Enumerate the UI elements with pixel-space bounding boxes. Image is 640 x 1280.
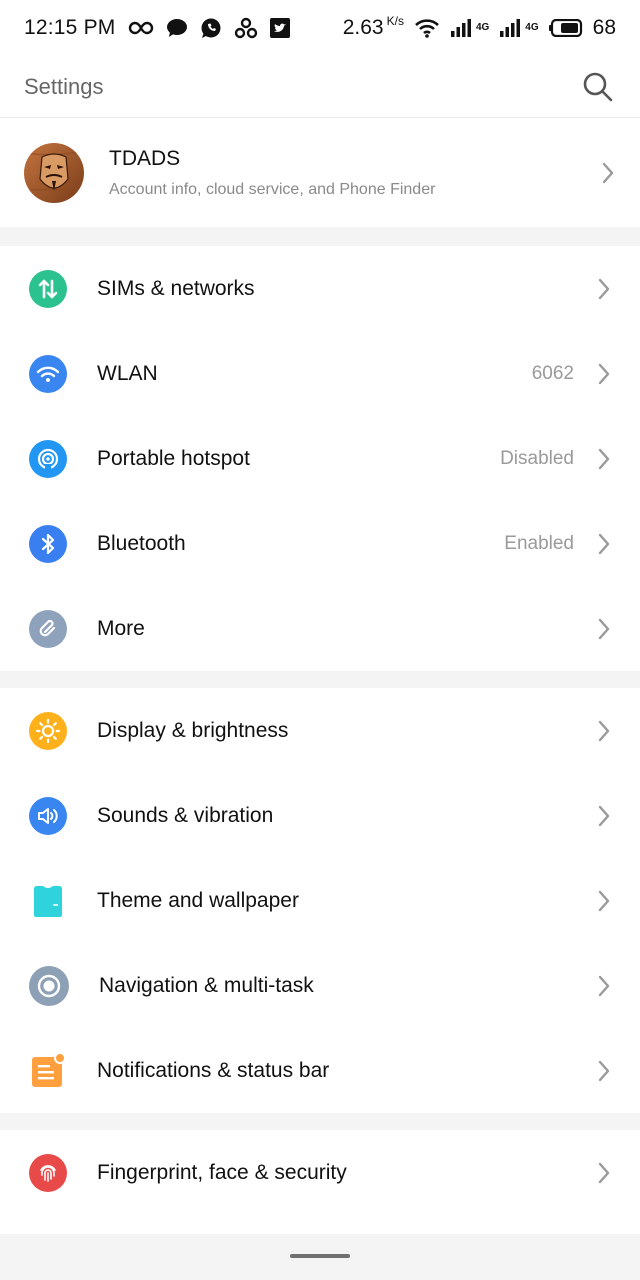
settings-item-sounds[interactable]: Sounds & vibration: [0, 773, 640, 858]
device-group: Display & brightness Sounds & vibration …: [0, 688, 640, 1113]
chevron-right-icon: [596, 719, 612, 743]
settings-item-more[interactable]: More: [0, 586, 640, 671]
item-label: Theme and wallpaper: [97, 888, 299, 912]
settings-item-bluetooth[interactable]: Bluetooth Enabled: [0, 501, 640, 586]
settings-item-display[interactable]: Display & brightness: [0, 688, 640, 773]
chevron-right-icon: [596, 617, 612, 641]
settings-item-navigation[interactable]: Navigation & multi-task: [0, 943, 640, 1028]
signal-2-icon: 4G: [499, 18, 539, 38]
navigation-icon: [29, 965, 69, 1006]
chevron-right-icon: [596, 1161, 612, 1185]
status-bar: 12:15 PM 2.63 K/s 4G 4G 68: [0, 0, 640, 56]
gesture-navigation-handle[interactable]: [290, 1254, 350, 1258]
network-type-2: 4G: [525, 22, 539, 33]
settings-item-sims[interactable]: SIMs & networks: [0, 246, 640, 331]
twitter-icon: [269, 18, 290, 38]
wifi-status-icon: [414, 18, 440, 38]
message-icon: [166, 18, 188, 38]
search-icon: [583, 72, 613, 101]
fingerprint-icon: [29, 1153, 67, 1192]
chevron-right-icon: [600, 161, 616, 185]
battery-icon: [548, 19, 583, 37]
item-label: More: [97, 616, 145, 640]
bluetooth-value: Enabled: [504, 532, 574, 554]
infinity-icon: [128, 21, 154, 35]
settings-item-wlan[interactable]: WLAN 6062: [0, 331, 640, 416]
notification-icon: [29, 1052, 67, 1090]
item-label: Fingerprint, face & security: [97, 1160, 347, 1184]
link-icon: [29, 609, 67, 648]
speed-value: 2.63: [342, 16, 384, 39]
settings-item-hotspot[interactable]: Portable hotspot Disabled: [0, 416, 640, 501]
avatar: [24, 142, 84, 203]
bluetooth-icon: [29, 524, 67, 563]
chevron-right-icon: [596, 974, 612, 998]
status-time: 12:15 PM: [24, 16, 116, 39]
account-subtitle: Account info, cloud service, and Phone F…: [109, 180, 436, 198]
account-name: TDADS: [109, 146, 181, 170]
speaker-icon: [29, 796, 67, 835]
item-label: Notifications & status bar: [97, 1058, 330, 1082]
chevron-right-icon: [596, 362, 612, 386]
battery-level: 68: [592, 16, 616, 39]
speed-unit: K/s: [386, 14, 404, 28]
item-label: Navigation & multi-task: [99, 973, 314, 997]
sim-icon: [29, 269, 67, 308]
hotspot-value: Disabled: [500, 447, 574, 469]
signal-1-icon: 4G: [450, 18, 489, 38]
settings-item-theme[interactable]: Theme and wallpaper: [0, 858, 640, 943]
wifi-icon: [29, 354, 67, 393]
app-bar: Settings: [0, 56, 640, 118]
connections-icon: [234, 17, 258, 39]
chevron-right-icon: [596, 447, 612, 471]
network-speed: 2.63 K/s: [342, 14, 404, 40]
item-label: Display & brightness: [97, 718, 289, 742]
item-label: WLAN: [97, 361, 158, 385]
item-label: Bluetooth: [97, 531, 186, 555]
network-type-1: 4G: [475, 22, 490, 33]
sun-icon: [29, 711, 67, 750]
page-title: Settings: [24, 73, 104, 99]
chevron-right-icon: [596, 804, 612, 828]
whatsapp-icon: [200, 17, 222, 39]
security-group: Fingerprint, face & security: [0, 1130, 640, 1234]
settings-item-fingerprint[interactable]: Fingerprint, face & security: [0, 1130, 640, 1215]
chevron-right-icon: [596, 277, 612, 301]
wlan-value: 6062: [531, 362, 574, 384]
hotspot-icon: [29, 439, 67, 478]
shirt-icon: [29, 882, 67, 920]
item-label: Portable hotspot: [97, 446, 250, 470]
item-label: SIMs & networks: [97, 276, 255, 300]
chevron-right-icon: [596, 889, 612, 913]
item-label: Sounds & vibration: [97, 803, 274, 827]
account-row[interactable]: TDADS Account info, cloud service, and P…: [0, 118, 640, 227]
chevron-right-icon: [596, 532, 612, 556]
settings-item-notifications[interactable]: Notifications & status bar: [0, 1028, 640, 1113]
chevron-right-icon: [596, 1059, 612, 1083]
connectivity-group: SIMs & networks WLAN 6062 Portable hotsp…: [0, 246, 640, 671]
search-button[interactable]: [580, 69, 616, 105]
